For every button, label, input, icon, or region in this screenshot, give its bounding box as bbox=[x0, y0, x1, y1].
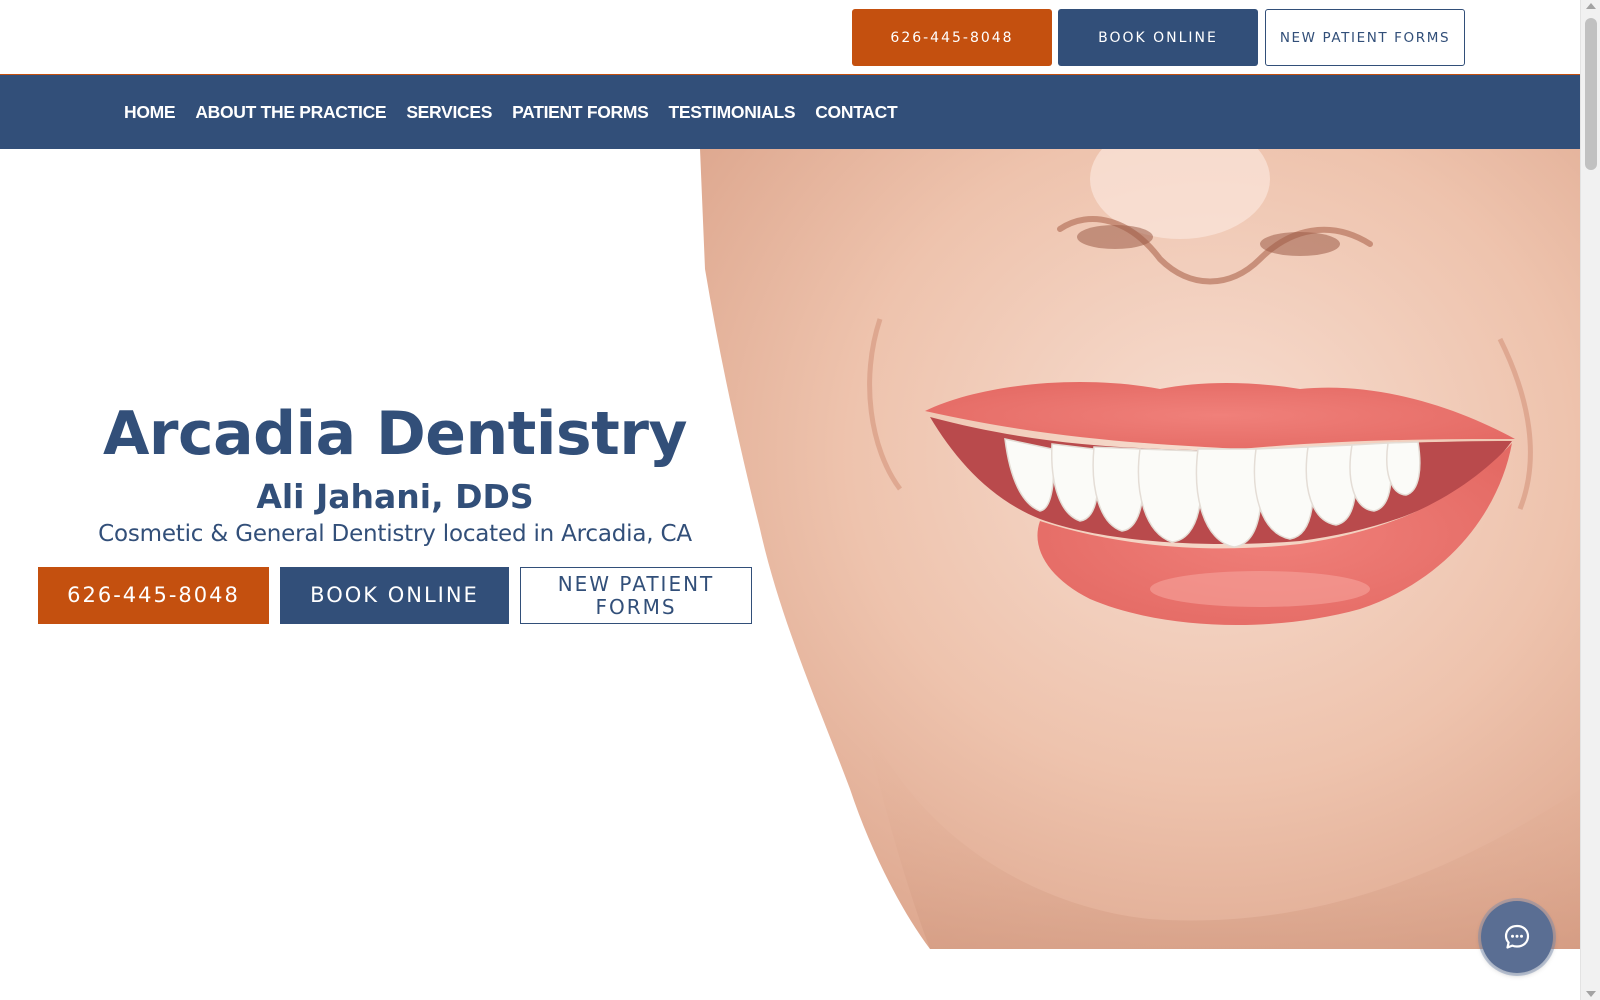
hero-section: Arcadia Dentistry Ali Jahani, DDS Cosmet… bbox=[0, 149, 1580, 949]
top-new-patient-forms-button[interactable]: NEW PATIENT FORMS bbox=[1265, 9, 1465, 66]
hero-new-patient-forms-button[interactable]: NEW PATIENT FORMS bbox=[520, 567, 752, 624]
practice-title: Arcadia Dentistry bbox=[102, 399, 688, 469]
nav-item-home[interactable]: HOME bbox=[124, 102, 176, 123]
main-nav: HOME ABOUT THE PRACTICE SERVICES PATIENT… bbox=[0, 74, 1580, 149]
nav-item-about[interactable]: ABOUT THE PRACTICE bbox=[195, 102, 386, 123]
scroll-down-arrow-icon[interactable] bbox=[1586, 991, 1596, 997]
scrollbar-thumb[interactable] bbox=[1585, 18, 1597, 170]
chat-widget-button[interactable] bbox=[1481, 901, 1553, 973]
practice-tagline: Cosmetic & General Dentistry located in … bbox=[98, 521, 692, 547]
chat-bubble-icon bbox=[1504, 924, 1530, 949]
top-book-online-button[interactable]: BOOK ONLINE bbox=[1058, 9, 1258, 66]
nav-item-services[interactable]: SERVICES bbox=[406, 102, 492, 123]
page-scrollbar[interactable] bbox=[1580, 0, 1600, 1000]
hero-text-block: Arcadia Dentistry Ali Jahani, DDS Cosmet… bbox=[0, 149, 790, 949]
nav-item-patient-forms[interactable]: PATIENT FORMS bbox=[512, 102, 649, 123]
top-utility-bar: 626-445-8048 BOOK ONLINE NEW PATIENT FOR… bbox=[0, 0, 1580, 75]
nav-item-testimonials[interactable]: TESTIMONIALS bbox=[669, 102, 796, 123]
hero-phone-button[interactable]: 626-445-8048 bbox=[38, 567, 269, 624]
dentist-name: Ali Jahani, DDS bbox=[256, 477, 534, 516]
nav-item-contact[interactable]: CONTACT bbox=[815, 102, 897, 123]
scroll-up-arrow-icon[interactable] bbox=[1586, 3, 1596, 9]
hero-book-online-button[interactable]: BOOK ONLINE bbox=[280, 567, 509, 624]
top-phone-button[interactable]: 626-445-8048 bbox=[852, 9, 1052, 66]
nav-list: HOME ABOUT THE PRACTICE SERVICES PATIENT… bbox=[124, 75, 898, 150]
